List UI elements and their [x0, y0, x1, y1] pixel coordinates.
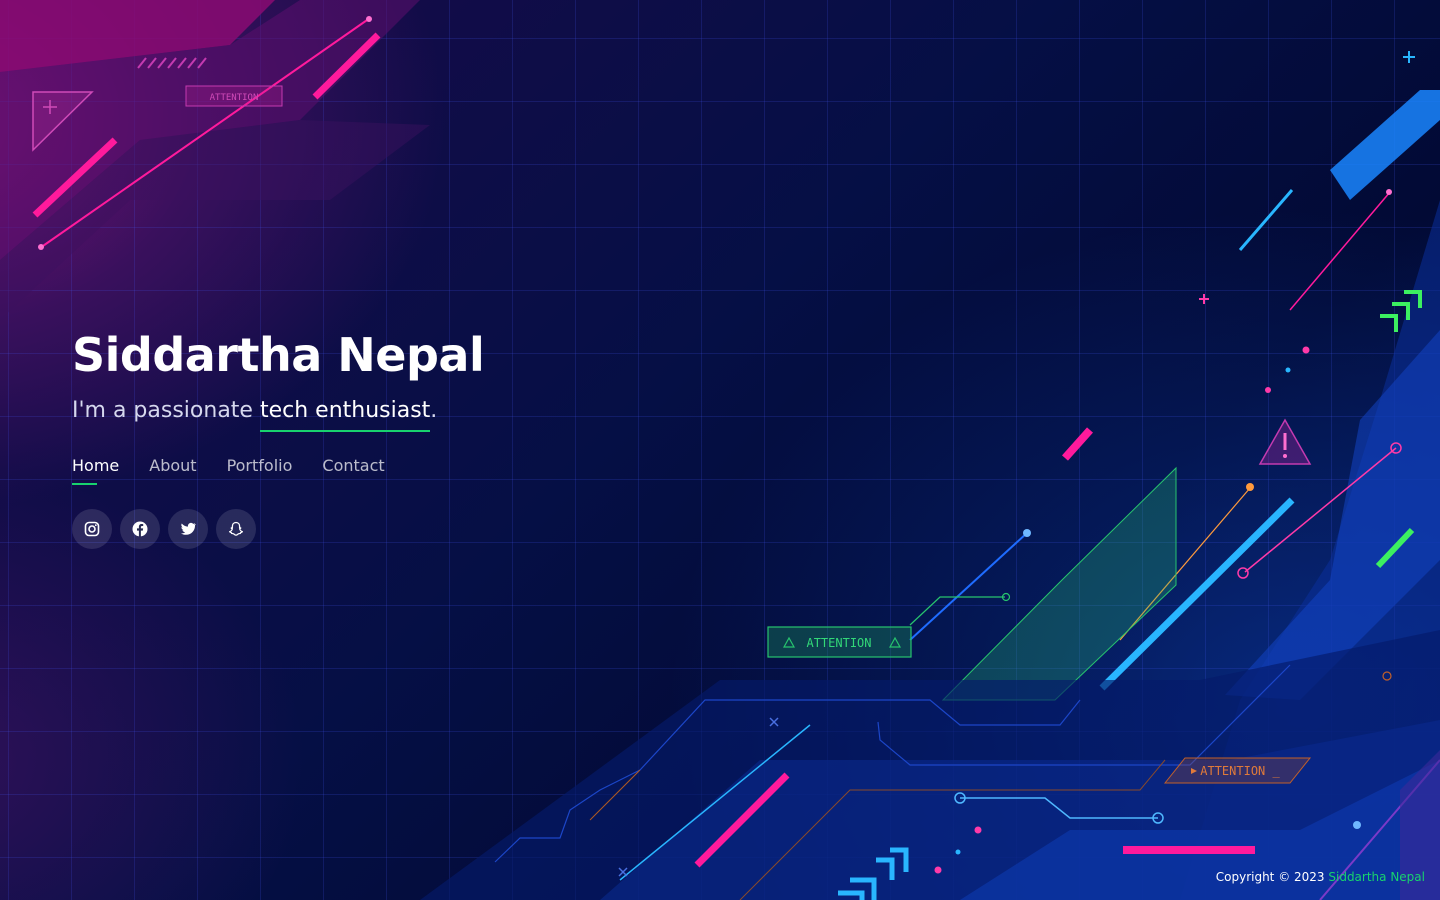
tagline-typed-text: tech enthusiast [259, 396, 431, 432]
attention-label-green: ATTENTION [806, 636, 871, 650]
hero-name: Siddartha Nepal [72, 328, 485, 382]
nav-about[interactable]: About [149, 456, 196, 485]
twitter-button[interactable] [168, 509, 208, 549]
hero-tagline: I'm a passionate tech enthusiast. [72, 396, 632, 432]
tagline-prefix: I'm a passionate [72, 398, 260, 423]
nav-portfolio[interactable]: Portfolio [227, 456, 293, 485]
instagram-icon [84, 521, 100, 537]
footer-copyright: Copyright © 2023 Siddartha Nepal [1216, 870, 1425, 884]
twitter-icon [181, 522, 196, 535]
copyright-text: Copyright © 2023 [1215, 870, 1329, 884]
facebook-icon [132, 521, 148, 537]
facebook-button[interactable] [120, 509, 160, 549]
main-nav: Home About Portfolio Contact [72, 456, 632, 485]
attention-label-small: ATTENTION [210, 93, 259, 103]
snapchat-button[interactable] [216, 509, 256, 549]
snapchat-icon [228, 521, 244, 536]
hero-background: ATTENTION ATTENTION ATTENTION _ Siddarth… [0, 0, 1440, 900]
attention-label-orange: ATTENTION _ [1200, 764, 1280, 778]
nav-home[interactable]: Home [72, 456, 119, 485]
hero-section: Siddartha Nepal I'm a passionate tech en… [72, 322, 632, 549]
social-links [72, 509, 632, 549]
instagram-button[interactable] [72, 509, 112, 549]
nav-contact[interactable]: Contact [322, 456, 384, 485]
copyright-owner-link[interactable]: Siddartha Nepal [1328, 870, 1425, 884]
tagline-suffix: . [430, 398, 438, 423]
